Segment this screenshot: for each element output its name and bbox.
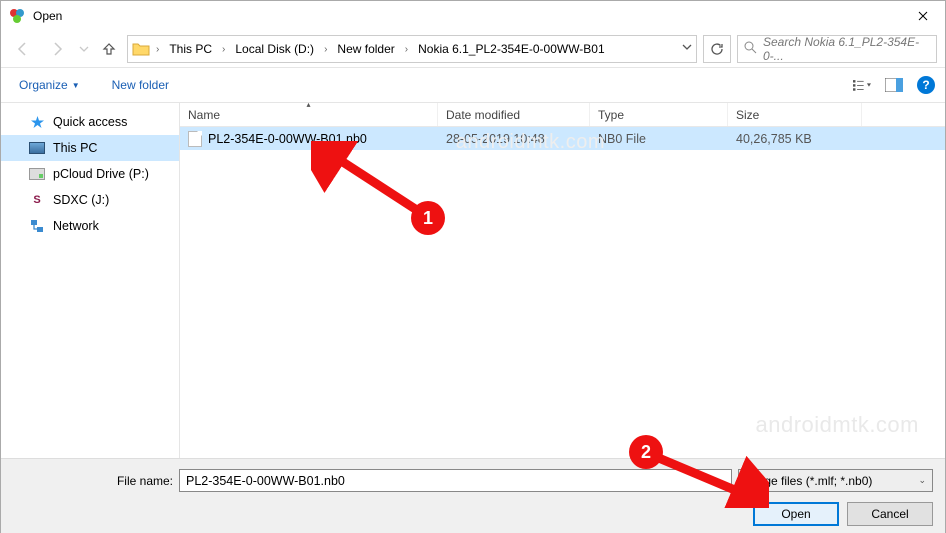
file-type: NB0 File — [590, 132, 728, 146]
up-button[interactable] — [97, 37, 121, 61]
view-controls: ? — [853, 76, 935, 94]
cancel-button[interactable]: Cancel — [847, 502, 933, 526]
annotation-arrow-1 — [311, 141, 441, 231]
chevron-right-icon: › — [222, 44, 225, 55]
pc-icon — [29, 140, 45, 156]
annotation-arrow-2 — [649, 448, 769, 508]
file-icon — [188, 131, 202, 147]
column-size[interactable]: Size — [728, 103, 862, 126]
chevron-right-icon: › — [405, 44, 408, 55]
sidebar: Quick access This PC pCloud Drive (P:) S… — [1, 103, 179, 458]
new-folder-label: New folder — [112, 78, 169, 92]
network-icon — [29, 218, 45, 234]
column-date[interactable]: Date modified — [438, 103, 590, 126]
file-size: 40,26,785 KB — [728, 132, 862, 146]
breadcrumb-this-pc[interactable]: This PC — [165, 38, 216, 60]
help-button[interactable]: ? — [917, 76, 935, 94]
file-row[interactable]: PL2-354E-0-00WW-B01.nb0 28-05-2019 10:48… — [180, 127, 945, 150]
breadcrumb-current[interactable]: Nokia 6.1_PL2-354E-0-00WW-B01 — [414, 38, 609, 60]
column-headers: ▴ Name Date modified Type Size — [180, 103, 945, 127]
cancel-button-label: Cancel — [871, 507, 908, 521]
back-button[interactable] — [9, 35, 37, 63]
file-list-area: ▴ Name Date modified Type Size PL2-354E-0… — [179, 103, 945, 458]
sidebar-item-this-pc[interactable]: This PC — [1, 135, 179, 161]
sd-card-icon: S — [29, 192, 45, 208]
sidebar-item-label: Quick access — [53, 115, 127, 129]
search-input[interactable]: Search Nokia 6.1_PL2-354E-0-... — [737, 35, 937, 63]
column-name-label: Name — [188, 108, 220, 122]
sidebar-item-quick-access[interactable]: Quick access — [1, 109, 179, 135]
chevron-down-icon: ⌄ — [918, 475, 926, 486]
filename-label: File name: — [13, 474, 173, 488]
sidebar-item-pcloud[interactable]: pCloud Drive (P:) — [1, 161, 179, 187]
sort-asc-icon: ▴ — [306, 100, 310, 109]
window-title: Open — [33, 9, 62, 23]
chevron-down-icon: ▼ — [72, 81, 80, 90]
column-name[interactable]: ▴ Name — [180, 103, 438, 126]
recent-locations-button[interactable] — [77, 35, 91, 63]
view-options-button[interactable] — [853, 76, 871, 94]
file-date: 28-05-2019 10:48 — [438, 132, 590, 146]
app-icon — [9, 8, 25, 24]
sidebar-item-network[interactable]: Network — [1, 213, 179, 239]
organize-button[interactable]: Organize ▼ — [11, 72, 88, 98]
forward-button[interactable] — [43, 35, 71, 63]
column-type[interactable]: Type — [590, 103, 728, 126]
column-date-label: Date modified — [446, 108, 520, 122]
star-icon — [29, 114, 45, 130]
open-button-label: Open — [781, 507, 810, 521]
open-dialog-window: Open › This PC › Local Disk (D:) › New f — [0, 0, 946, 533]
chevron-right-icon: › — [156, 44, 159, 55]
sidebar-item-label: SDXC (J:) — [53, 193, 109, 207]
toolbar: Organize ▼ New folder ? — [1, 67, 945, 103]
footer: File name: image files (*.mlf; *.nb0) ⌄ … — [1, 458, 945, 533]
sidebar-item-label: Network — [53, 219, 99, 233]
sidebar-item-sdxc[interactable]: S SDXC (J:) — [1, 187, 179, 213]
breadcrumb-local-disk[interactable]: Local Disk (D:) — [231, 38, 318, 60]
chevron-right-icon: › — [324, 44, 327, 55]
refresh-button[interactable] — [703, 35, 731, 63]
address-bar[interactable]: › This PC › Local Disk (D:) › New folder… — [127, 35, 697, 63]
titlebar: Open — [1, 1, 945, 31]
sidebar-item-label: pCloud Drive (P:) — [53, 167, 149, 181]
sidebar-item-label: This PC — [53, 141, 97, 155]
new-folder-button[interactable]: New folder — [104, 72, 177, 98]
breadcrumb-new-folder[interactable]: New folder — [333, 38, 398, 60]
address-dropdown-icon[interactable] — [682, 42, 692, 55]
column-type-label: Type — [598, 108, 624, 122]
close-button[interactable] — [900, 1, 945, 31]
content-area: Quick access This PC pCloud Drive (P:) S… — [1, 103, 945, 458]
search-icon — [744, 41, 757, 57]
navigation-bar: › This PC › Local Disk (D:) › New folder… — [1, 31, 945, 67]
drive-icon — [29, 166, 45, 182]
preview-pane-button[interactable] — [885, 76, 903, 94]
organize-label: Organize — [19, 78, 68, 92]
folder-icon — [132, 40, 150, 58]
search-placeholder: Search Nokia 6.1_PL2-354E-0-... — [763, 35, 930, 63]
column-size-label: Size — [736, 108, 759, 122]
